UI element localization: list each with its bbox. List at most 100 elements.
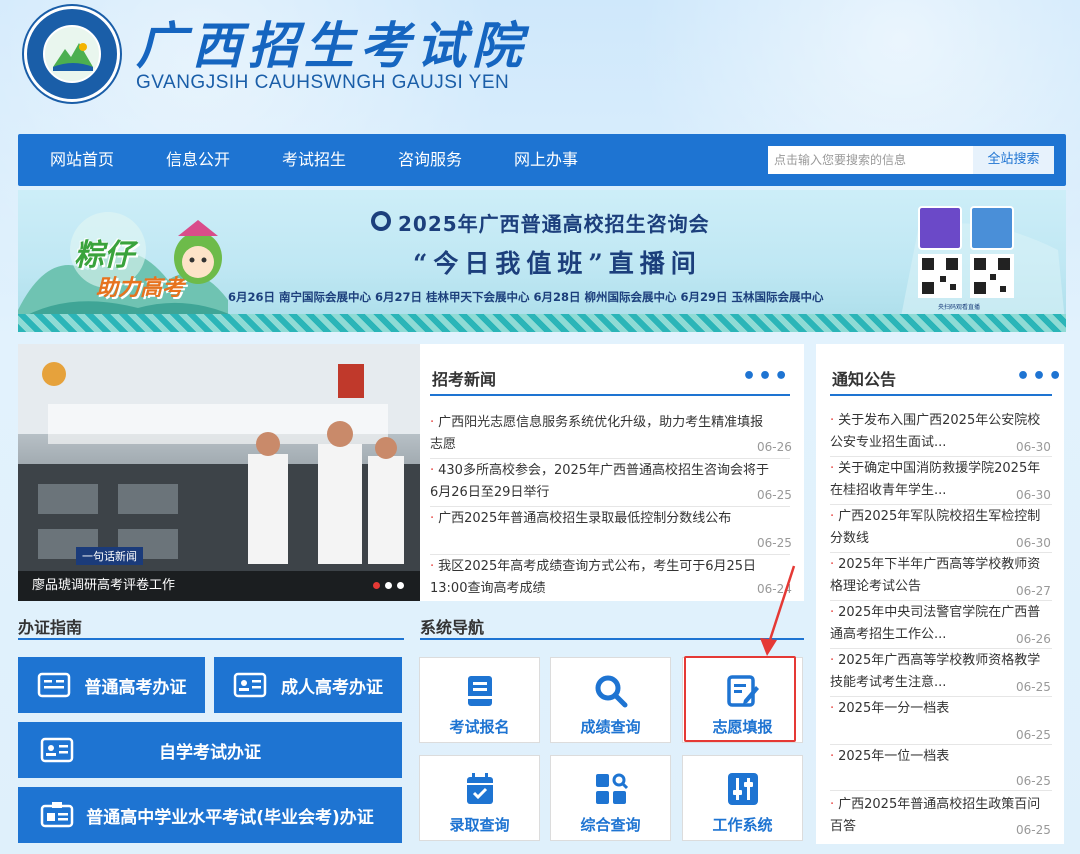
academic-level-certificate-label: 普通高中学业水平考试(毕业会考)办证 [86, 807, 374, 828]
site-logo[interactable] [24, 6, 120, 102]
notice-separator [830, 696, 1052, 697]
notice-separator [830, 790, 1052, 791]
profile-card-icon [233, 671, 267, 699]
banner-subtitle: “今日我值班”直播间 [413, 249, 702, 278]
tile-label: 工作系统 [712, 816, 773, 834]
notice-date: 06-25 [1016, 728, 1051, 742]
main-nav: 网站首页 信息公开 考试招生 咨询服务 网上办事 点击输入您要搜索的信息 全站搜… [18, 134, 1066, 186]
news-date: 06-25 [757, 536, 792, 550]
news-more-icon[interactable]: ••• [742, 366, 790, 388]
search-input[interactable]: 点击输入您要搜索的信息 [768, 146, 973, 174]
tile-exam-registration[interactable]: 考试报名 [419, 657, 540, 743]
notice-separator [830, 744, 1052, 745]
news-separator [430, 506, 790, 507]
self-study-certificate-button[interactable]: 自学考试办证 [18, 722, 402, 778]
app-icon-1[interactable] [918, 206, 962, 250]
news-date: 06-25 [757, 488, 792, 502]
adult-exam-certificate-button[interactable]: 成人高考办证 [214, 657, 402, 713]
carousel-dot[interactable] [385, 582, 392, 589]
nav-item-info[interactable]: 信息公开 [166, 134, 230, 186]
tile-label: 考试报名 [449, 718, 510, 736]
news-panel-title: 招考新闻 [432, 370, 497, 389]
notice-date: 06-26 [1016, 632, 1051, 646]
notice-date: 06-25 [1016, 774, 1051, 788]
search-button[interactable]: 全站搜索 [973, 146, 1054, 174]
carousel-dots [373, 582, 404, 589]
notice-separator [830, 600, 1052, 601]
banner-pattern-strip [18, 314, 1066, 332]
news-separator [430, 458, 790, 459]
profile-card-icon [40, 736, 74, 764]
tile-work-system[interactable]: 工作系统 [682, 755, 803, 841]
system-section-title: 系统导航 [420, 618, 485, 637]
id-card-icon [37, 671, 71, 699]
banner-title: 2025年广西普通高校招生咨询会 [398, 212, 710, 236]
qr-caption: 央扫码观看直播 [938, 304, 981, 311]
sliders-icon [727, 772, 759, 810]
notice-date: 06-30 [1016, 488, 1051, 502]
self-study-certificate-label: 自学考试办证 [159, 742, 261, 763]
tile-label: 综合查询 [580, 816, 641, 834]
notice-separator [830, 648, 1052, 649]
notice-item[interactable]: · 2025年一位一档表 [830, 746, 1050, 768]
notice-date: 06-27 [1016, 584, 1051, 598]
pointer-arrow-icon [760, 565, 796, 656]
notice-item[interactable]: · 2025年一分一档表 [830, 698, 1050, 720]
tile-score-query[interactable]: 成绩查询 [550, 657, 671, 743]
app-icon-2[interactable] [970, 206, 1014, 250]
tile-label: 录取查询 [449, 816, 510, 834]
site-header: 广西招生考试院 GVANGJSIH CAUHSWNGH GAUJSI YEN [0, 0, 1080, 130]
news-separator [430, 554, 790, 555]
emblem-icon [371, 211, 391, 231]
search-icon [594, 674, 628, 712]
notice-date: 06-25 [1016, 823, 1051, 837]
banner-dates: 6月26日 南宁国际会展中心 6月27日 桂林甲天下会展中心 6月28日 柳州国… [228, 290, 824, 304]
tile-admission-query[interactable]: 录取查询 [419, 755, 540, 841]
guide-section-title: 办证指南 [18, 618, 83, 637]
notice-more-icon[interactable]: ••• [1016, 366, 1064, 388]
notice-date: 06-30 [1016, 536, 1051, 550]
event-banner[interactable]: 粽仔 助力高考 2025年广西普通高校招生咨询会 “今日我值班”直播间 6月26… [18, 190, 1066, 332]
notice-separator [830, 504, 1052, 505]
carousel-dot[interactable] [397, 582, 404, 589]
gaokao-certificate-button[interactable]: 普通高考办证 [18, 657, 205, 713]
news-item[interactable]: · 广西阳光志愿信息服务系统优化升级，助力考生精准填报志愿 [430, 412, 770, 456]
nav-item-home[interactable]: 网站首页 [50, 134, 114, 186]
news-photo-carousel[interactable]: 一句话新闻 廖品琥调研高考评卷工作 [18, 344, 420, 601]
banner-slogan: 粽仔 [74, 238, 134, 273]
qr-code-icon-2[interactable] [970, 254, 1014, 298]
adult-exam-certificate-label: 成人高考办证 [281, 677, 383, 698]
academic-level-certificate-button[interactable]: 普通高中学业水平考试(毕业会考)办证 [18, 787, 402, 843]
carousel-dot[interactable] [373, 582, 380, 589]
nav-item-exam[interactable]: 考试招生 [282, 134, 346, 186]
tile-comprehensive-query[interactable]: 综合查询 [550, 755, 671, 841]
calendar-check-icon [465, 772, 495, 810]
registration-icon [465, 674, 495, 712]
nav-item-online[interactable]: 网上办事 [514, 134, 578, 186]
mascot-icon [174, 220, 222, 284]
news-item[interactable]: · 我区2025年高考成绩查询方式公布，考生可于6月25日13:00查询高考成绩 [430, 556, 770, 600]
news-item[interactable]: · 430多所高校参会，2025年广西普通高校招生咨询会将于6月26日至29日举行 [430, 460, 770, 504]
tile-label: 成绩查询 [580, 718, 641, 736]
news-rule [430, 394, 790, 396]
qr-code-icon[interactable] [918, 254, 962, 298]
notice-date: 06-30 [1016, 440, 1051, 454]
photo-caption[interactable]: 廖品琥调研高考评卷工作 [32, 574, 175, 593]
notice-rule [830, 394, 1052, 396]
certificate-icon [40, 801, 74, 829]
system-rule [420, 638, 804, 640]
news-panel: 招考新闻 ••• · 广西阳光志愿信息服务系统优化升级，助力考生精准填报志愿 06… [420, 344, 804, 601]
guide-rule [18, 638, 404, 640]
photo-tag: 一句话新闻 [76, 547, 143, 565]
site-subtitle: GVANGJSIH CAUHSWNGH GAUJSI YEN [136, 72, 510, 93]
nav-item-consult[interactable]: 咨询服务 [398, 134, 462, 186]
gaokao-certificate-label: 普通高考办证 [84, 677, 187, 698]
highlight-box [684, 656, 796, 742]
notice-panel-title: 通知公告 [832, 370, 897, 389]
grid-search-icon [594, 772, 628, 810]
news-item[interactable]: · 广西2025年普通高校招生录取最低控制分数线公布 [430, 508, 790, 530]
news-date: 06-26 [757, 440, 792, 454]
notice-separator [830, 552, 1052, 553]
notice-date: 06-25 [1016, 680, 1051, 694]
site-title: 广西招生考试院 [136, 16, 528, 75]
